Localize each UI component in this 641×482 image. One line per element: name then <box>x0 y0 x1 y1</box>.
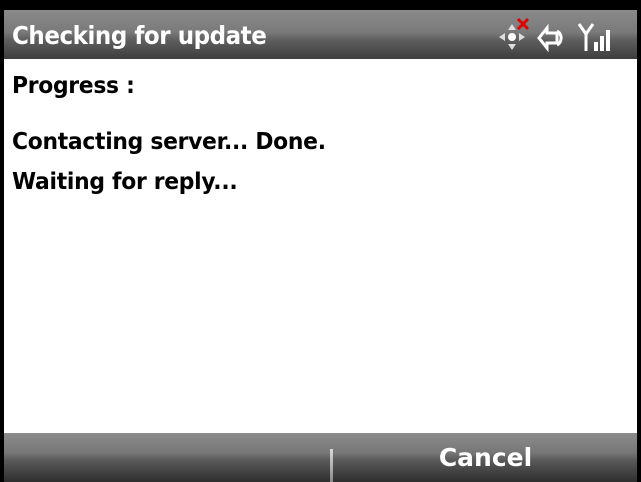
window-title: Checking for update <box>12 21 267 50</box>
status-line-waiting: Waiting for reply... <box>12 169 238 195</box>
title-bar: Checking for update <box>4 10 637 59</box>
progress-heading: Progress : <box>12 73 135 99</box>
softkey-divider <box>330 449 333 482</box>
status-icons <box>497 16 627 56</box>
phone-screen: Checking for update Progress: Contactin… <box>0 0 641 482</box>
cancel-softkey[interactable]: Cancel <box>334 433 637 482</box>
status-line-contacting: Contacting server... Done. <box>12 129 326 155</box>
left-softkey[interactable] <box>4 433 329 482</box>
data-connection-icon <box>535 22 571 56</box>
progress-content: Progress : Contacting server... Done. Wa… <box>4 59 637 433</box>
signal-strength-icon <box>577 20 617 58</box>
softkey-bar: Cancel <box>4 433 637 482</box>
no-connection-x-icon <box>515 16 531 36</box>
